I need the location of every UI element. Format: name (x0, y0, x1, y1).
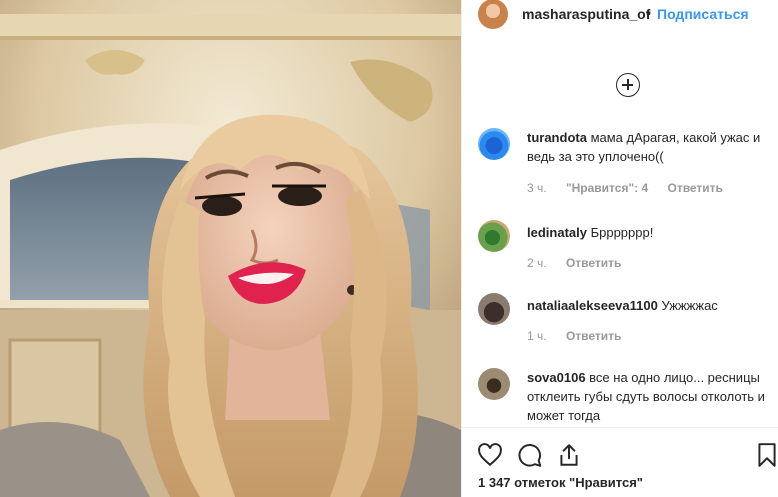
comment-text: turandota мама дАрагая, какой ужас и вед… (527, 128, 767, 166)
commenter-avatar[interactable] (478, 128, 510, 160)
commenter-username[interactable]: turandota (527, 130, 587, 145)
comment-likes[interactable]: "Нравится": 4 (566, 181, 648, 195)
comment-item: ledinataly Бррррррр! 2 ч. Ответить (478, 220, 768, 270)
reply-button[interactable]: Ответить (667, 181, 722, 195)
reply-button[interactable]: Ответить (566, 329, 621, 343)
share-icon[interactable] (556, 442, 582, 468)
commenter-avatar[interactable] (478, 293, 510, 325)
author-avatar[interactable] (478, 0, 508, 29)
comment-time[interactable]: 1 ч. (527, 329, 547, 343)
comment-text: ledinataly Бррррррр! (527, 223, 767, 242)
selfie-image (0, 0, 461, 497)
comment-time[interactable]: 3 ч. (527, 181, 547, 195)
author-username[interactable]: masharasputina_of (522, 6, 650, 22)
commenter-avatar[interactable] (478, 368, 510, 400)
comment-item: nataliaalekseeva1100 Ужжжжас 1 ч. Ответи… (478, 293, 768, 343)
comment-meta: 1 ч. Ответить (527, 329, 637, 343)
comment-bubble-icon[interactable] (517, 442, 543, 468)
plus-circle-icon[interactable] (616, 73, 640, 97)
commenter-username[interactable]: ledinataly (527, 225, 587, 240)
likes-count[interactable]: 1 347 отметок "Нравится" (478, 475, 643, 490)
comment-time[interactable]: 2 ч. (527, 256, 547, 270)
comment-body: Бррррррр! (586, 225, 654, 240)
post-photo[interactable] (0, 0, 461, 497)
reply-button[interactable]: Ответить (566, 256, 621, 270)
post-side-panel: masharasputina_of • Подписаться turandot… (461, 0, 778, 497)
header-separator: • (646, 5, 651, 21)
post-actions: 1 347 отметок "Нравится" (462, 427, 778, 497)
post-header: masharasputina_of • Подписаться (462, 0, 778, 30)
comment-body: Ужжжжас (657, 298, 718, 313)
bookmark-icon[interactable] (754, 442, 778, 468)
heart-icon[interactable] (477, 442, 503, 468)
comment-text: nataliaalekseeva1100 Ужжжжас (527, 296, 767, 315)
commenter-avatar[interactable] (478, 220, 510, 252)
comment-meta: 3 ч. "Нравится": 4 Ответить (527, 181, 739, 195)
commenter-username[interactable]: nataliaalekseeva1100 (527, 298, 658, 313)
follow-button[interactable]: Подписаться (657, 6, 749, 22)
comment-item: turandota мама дАрагая, какой ужас и вед… (478, 128, 768, 198)
commenter-username[interactable]: sova0106 (527, 370, 586, 385)
comment-item: sova0106 все на одно лицо... ресницы отк… (478, 368, 768, 426)
comment-meta: 2 ч. Ответить (527, 256, 637, 270)
comment-text: sova0106 все на одно лицо... ресницы отк… (527, 368, 767, 425)
